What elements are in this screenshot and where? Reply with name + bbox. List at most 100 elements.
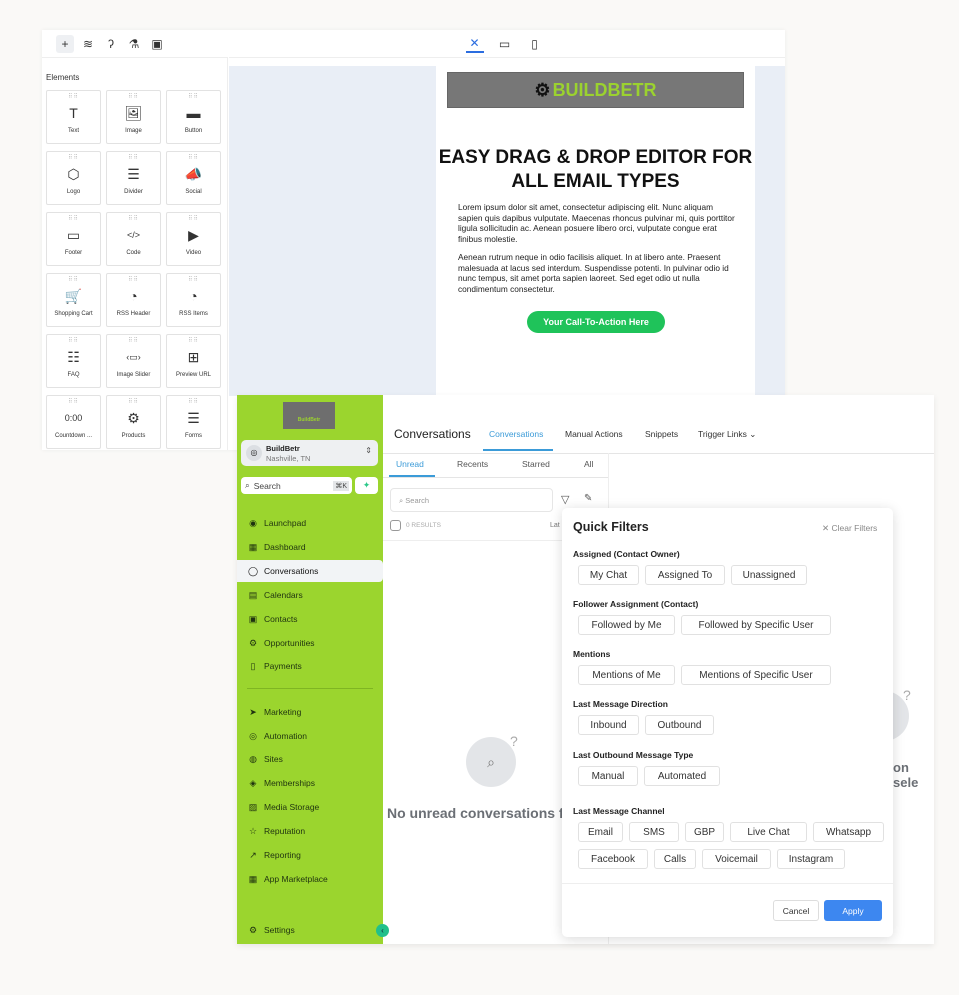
sidebar-item-reputation[interactable]: ☆ Reputation bbox=[237, 820, 383, 842]
compose-icon[interactable]: ✎ bbox=[584, 493, 592, 504]
drag-handle-icon[interactable]: ⠿⠿ bbox=[47, 93, 100, 101]
select-all-checkbox[interactable] bbox=[390, 520, 401, 531]
element-image-slider[interactable]: ⠿⠿ ‹▭› Image Slider bbox=[106, 334, 161, 388]
tab-recents[interactable]: Recents bbox=[457, 459, 488, 469]
filter-chip-automated[interactable]: Automated bbox=[644, 766, 720, 786]
tab-conversations[interactable]: Conversations bbox=[489, 429, 543, 439]
drag-handle-icon[interactable]: ⠿⠿ bbox=[167, 154, 220, 162]
filter-chip-assigned-to[interactable]: Assigned To bbox=[645, 565, 725, 585]
mobile-icon[interactable]: ▯ bbox=[526, 35, 544, 53]
apply-button[interactable]: Apply bbox=[824, 900, 882, 921]
tab-unread[interactable]: Unread bbox=[396, 459, 424, 469]
cta-button[interactable]: Your Call-To-Action Here bbox=[527, 311, 665, 333]
element-rss-header[interactable]: ⠿⠿ ◔ RSS Header bbox=[106, 273, 161, 327]
sidebar-item-opportunities[interactable]: ⚙ Opportunities bbox=[237, 632, 383, 654]
element-forms[interactable]: ⠿⠿ ☰ Forms bbox=[166, 395, 221, 449]
drag-handle-icon[interactable]: ⠿⠿ bbox=[47, 398, 100, 406]
tools-icon[interactable]: ✕ bbox=[465, 35, 484, 53]
tab-trigger-links[interactable]: Trigger Links ⌄ bbox=[698, 429, 756, 440]
filter-chip-sms[interactable]: SMS bbox=[629, 822, 679, 842]
filter-chip-mentions-of-me[interactable]: Mentions of Me bbox=[578, 665, 675, 685]
sidebar-item-reporting[interactable]: ↗ Reporting bbox=[237, 844, 383, 866]
filter-chip-whatsapp[interactable]: Whatsapp bbox=[813, 822, 884, 842]
sidebar-item-marketing[interactable]: ➤ Marketing bbox=[237, 701, 383, 723]
element-code[interactable]: ⠿⠿ </> Code bbox=[106, 212, 161, 266]
filter-chip-followed-by-me[interactable]: Followed by Me bbox=[578, 615, 675, 635]
save-icon[interactable]: ▣ bbox=[148, 35, 166, 53]
element-countdown[interactable]: ⠿⠿ 0:00 Countdown ... bbox=[46, 395, 101, 449]
drag-handle-icon[interactable]: ⠿⠿ bbox=[107, 93, 160, 101]
filter-chip-mentions-of-specific-user[interactable]: Mentions of Specific User bbox=[681, 665, 831, 685]
element-faq[interactable]: ⠿⠿ ☷ FAQ bbox=[46, 334, 101, 388]
element-footer[interactable]: ⠿⠿ ▭ Footer bbox=[46, 212, 101, 266]
paint-roller-icon[interactable]: ʔ bbox=[102, 35, 120, 53]
filter-chip-gbp[interactable]: GBP bbox=[685, 822, 724, 842]
drag-handle-icon[interactable]: ⠿⠿ bbox=[167, 337, 220, 345]
quick-action-icon[interactable]: ✦ bbox=[355, 477, 378, 494]
drag-handle-icon[interactable]: ⠿⠿ bbox=[167, 215, 220, 223]
filter-chip-instagram[interactable]: Instagram bbox=[777, 849, 845, 869]
plus-icon[interactable]: + bbox=[56, 34, 74, 53]
filter-chip-email[interactable]: Email bbox=[578, 822, 623, 842]
tab-snippets[interactable]: Snippets bbox=[645, 429, 678, 439]
collapse-sidebar-button[interactable]: ‹ bbox=[376, 924, 389, 937]
tab-manual-actions[interactable]: Manual Actions bbox=[565, 429, 623, 439]
element-image[interactable]: ⠿⠿ 🖼 Image bbox=[106, 90, 161, 144]
element-button[interactable]: ⠿⠿ ▬ Button bbox=[166, 90, 221, 144]
account-switcher[interactable]: ◎ BuildBetr Nashville, TN ⇕ bbox=[241, 440, 378, 466]
filter-chip-inbound[interactable]: Inbound bbox=[578, 715, 639, 735]
element-logo[interactable]: ⠿⠿ ⬡ Logo bbox=[46, 151, 101, 205]
drag-handle-icon[interactable]: ⠿⠿ bbox=[107, 337, 160, 345]
sidebar-item-app-marketplace[interactable]: ▦ App Marketplace bbox=[237, 868, 383, 890]
element-shopping-cart[interactable]: ⠿⠿ 🛒 Shopping Cart bbox=[46, 273, 101, 327]
element-video[interactable]: ⠿⠿ ▶ Video bbox=[166, 212, 221, 266]
drag-handle-icon[interactable]: ⠿⠿ bbox=[107, 398, 160, 406]
drag-handle-icon[interactable]: ⠿⠿ bbox=[47, 215, 100, 223]
drag-handle-icon[interactable]: ⠿⠿ bbox=[47, 154, 100, 162]
drag-handle-icon[interactable]: ⠿⠿ bbox=[167, 93, 220, 101]
drag-handle-icon[interactable]: ⠿⠿ bbox=[47, 337, 100, 345]
conversation-search-input[interactable]: ⌕ Search bbox=[390, 488, 553, 512]
filter-chip-facebook[interactable]: Facebook bbox=[578, 849, 648, 869]
drag-handle-icon[interactable]: ⠿⠿ bbox=[107, 215, 160, 223]
filter-chip-calls[interactable]: Calls bbox=[654, 849, 696, 869]
element-products[interactable]: ⠿⠿ ⚙ Products bbox=[106, 395, 161, 449]
element-text[interactable]: ⠿⠿ T Text bbox=[46, 90, 101, 144]
sidebar-search[interactable]: ⌕ Search ⌘K bbox=[241, 477, 352, 494]
tab-starred[interactable]: Starred bbox=[522, 459, 550, 469]
element-social[interactable]: ⠿⠿ 📣 Social bbox=[166, 151, 221, 205]
filter-chip-my-chat[interactable]: My Chat bbox=[578, 565, 639, 585]
clear-filters-button[interactable]: ✕ Clear Filters bbox=[822, 523, 877, 534]
filter-chip-unassigned[interactable]: Unassigned bbox=[731, 565, 807, 585]
element-preview-url[interactable]: ⠿⠿ ⊞ Preview URL bbox=[166, 334, 221, 388]
element-rss-items[interactable]: ⠿⠿ ◔ RSS Items bbox=[166, 273, 221, 327]
sidebar-item-contacts[interactable]: ▣ Contacts bbox=[237, 608, 383, 630]
element-divider[interactable]: ⠿⠿ ☰ Divider bbox=[106, 151, 161, 205]
sidebar-item-conversations[interactable]: ◯ Conversations bbox=[237, 560, 383, 582]
filter-chip-live-chat[interactable]: Live Chat bbox=[730, 822, 807, 842]
sidebar-item-media-storage[interactable]: ▨ Media Storage bbox=[237, 796, 383, 818]
drag-handle-icon[interactable]: ⠿⠿ bbox=[167, 398, 220, 406]
sidebar-item-dashboard[interactable]: ▦ Dashboard bbox=[237, 536, 383, 558]
drag-handle-icon[interactable]: ⠿⠿ bbox=[47, 276, 100, 284]
filter-chip-manual[interactable]: Manual bbox=[578, 766, 638, 786]
drag-handle-icon[interactable]: ⠿⠿ bbox=[167, 276, 220, 284]
flask-icon[interactable]: ⚗ bbox=[125, 35, 143, 53]
sidebar-item-calendars[interactable]: ▤ Calendars bbox=[237, 584, 383, 606]
drag-handle-icon[interactable]: ⠿⠿ bbox=[107, 154, 160, 162]
sidebar-item-launchpad[interactable]: ◉ Launchpad bbox=[237, 512, 383, 534]
filter-chip-outbound[interactable]: Outbound bbox=[645, 715, 714, 735]
tab-all[interactable]: All bbox=[584, 459, 593, 469]
layers-icon[interactable]: ≋ bbox=[79, 35, 97, 53]
cancel-button[interactable]: Cancel bbox=[773, 900, 819, 921]
sort-label[interactable]: Lat bbox=[550, 522, 560, 529]
sidebar-item-automation[interactable]: ◎ Automation bbox=[237, 725, 383, 747]
filter-icon[interactable]: ▽ bbox=[561, 493, 569, 506]
drag-handle-icon[interactable]: ⠿⠿ bbox=[107, 276, 160, 284]
desktop-icon[interactable]: ▭ bbox=[496, 35, 514, 53]
filter-chip-voicemail[interactable]: Voicemail bbox=[702, 849, 771, 869]
filter-chip-followed-by-specific-user[interactable]: Followed by Specific User bbox=[681, 615, 831, 635]
sidebar-item-memberships[interactable]: ◈ Memberships bbox=[237, 772, 383, 794]
sidebar-item-settings[interactable]: ⚙ Settings bbox=[237, 919, 383, 941]
sidebar-item-payments[interactable]: ▯ Payments bbox=[237, 655, 383, 677]
